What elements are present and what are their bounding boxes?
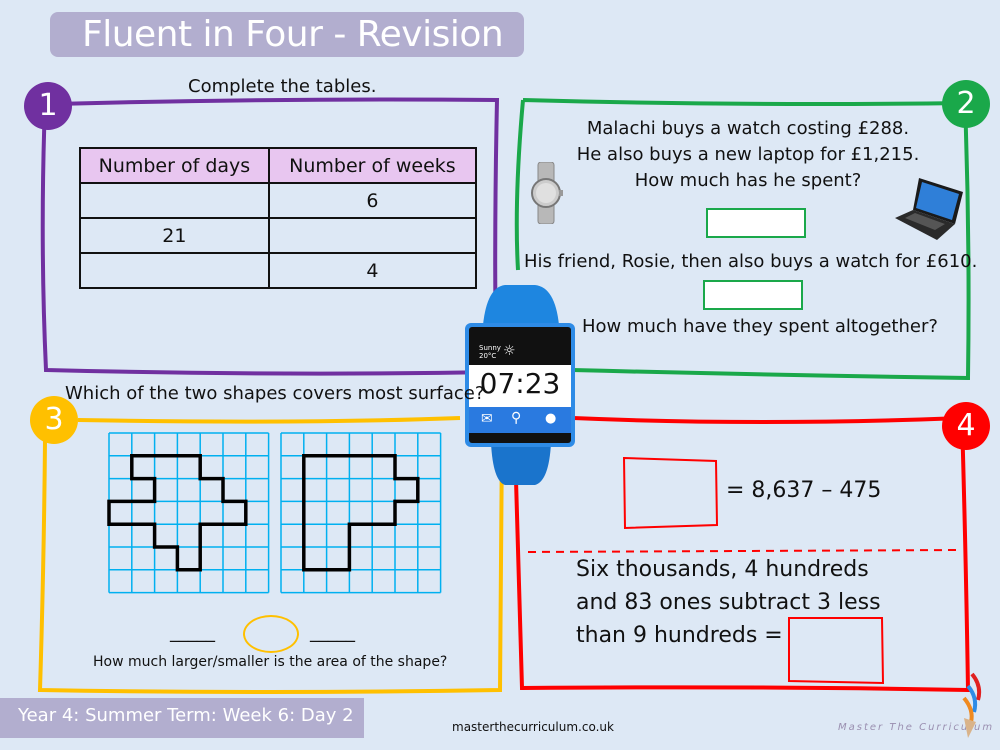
table-cell[interactable] [79, 182, 270, 219]
q2-answer-box-1[interactable] [706, 208, 806, 238]
question-4-badge: 4 [942, 402, 990, 450]
q2-line-3: How much has he spent? [634, 170, 862, 191]
q2-total-line: How much have they spent altogether? [582, 316, 938, 337]
lesson-label: Year 4: Summer Term: Week 6: Day 2 [18, 705, 354, 726]
compare-blank-right[interactable]: _____ [310, 622, 355, 643]
shape-grids [107, 432, 442, 594]
table-row: 4 [79, 252, 478, 289]
q3-question: Which of the two shapes covers most surf… [65, 383, 485, 404]
header-days: Number of days [79, 147, 270, 184]
watch-weather-label: Sunny [479, 344, 501, 352]
pencil-logo-icon [962, 672, 982, 738]
compare-symbol-circle[interactable] [243, 615, 299, 653]
table-cell: 6 [267, 182, 478, 219]
header-weeks: Number of weeks [267, 147, 478, 184]
table-row: 6 [79, 182, 478, 219]
table-cell[interactable] [267, 217, 478, 254]
days-weeks-table: Number of days Number of weeks 6 21 4 [79, 147, 478, 289]
table-row: 21 [79, 217, 478, 254]
compare-blank-left[interactable]: _____ [170, 622, 215, 643]
search-icon[interactable]: ⚲ [511, 410, 521, 426]
grid-shape-b [280, 432, 442, 594]
q4-equation: = 8,637 – 475 [726, 478, 882, 503]
watch-weather: Sunny 20°C [479, 344, 501, 360]
table-cell[interactable] [79, 252, 270, 289]
table-cell: 4 [267, 252, 478, 289]
q2-line-2: He also buys a new laptop for £1,215. [576, 144, 920, 165]
grid-shape-a [107, 432, 270, 594]
question-2-badge: 2 [942, 80, 990, 128]
wristwatch-icon [531, 162, 563, 224]
user-icon[interactable]: ● [545, 411, 556, 426]
q2-line-1: Malachi buys a watch costing £288. [586, 118, 910, 139]
sun-icon: ☼ [503, 343, 516, 359]
site-url[interactable]: masterthecurriculum.co.uk [452, 720, 614, 734]
q2-rosie-line: His friend, Rosie, then also buys a watc… [524, 251, 978, 272]
table-cell: 21 [79, 217, 270, 254]
watch-temperature: 20°C [479, 352, 497, 360]
shape-b-outline [302, 454, 420, 572]
question-1-badge: 1 [24, 82, 72, 130]
q1-instruction: Complete the tables. [188, 76, 377, 97]
mail-icon[interactable]: ✉ [481, 411, 493, 427]
q4-word-line-1: Six thousands, 4 hundreds [576, 557, 869, 582]
q2-answer-box-2[interactable] [703, 280, 803, 310]
q3-followup: How much larger/smaller is the area of t… [93, 654, 448, 670]
q4-divider [527, 549, 961, 553]
q4-answer-box-1[interactable] [620, 455, 720, 531]
laptop-icon [895, 178, 963, 240]
q4-answer-box-2[interactable] [786, 615, 886, 687]
